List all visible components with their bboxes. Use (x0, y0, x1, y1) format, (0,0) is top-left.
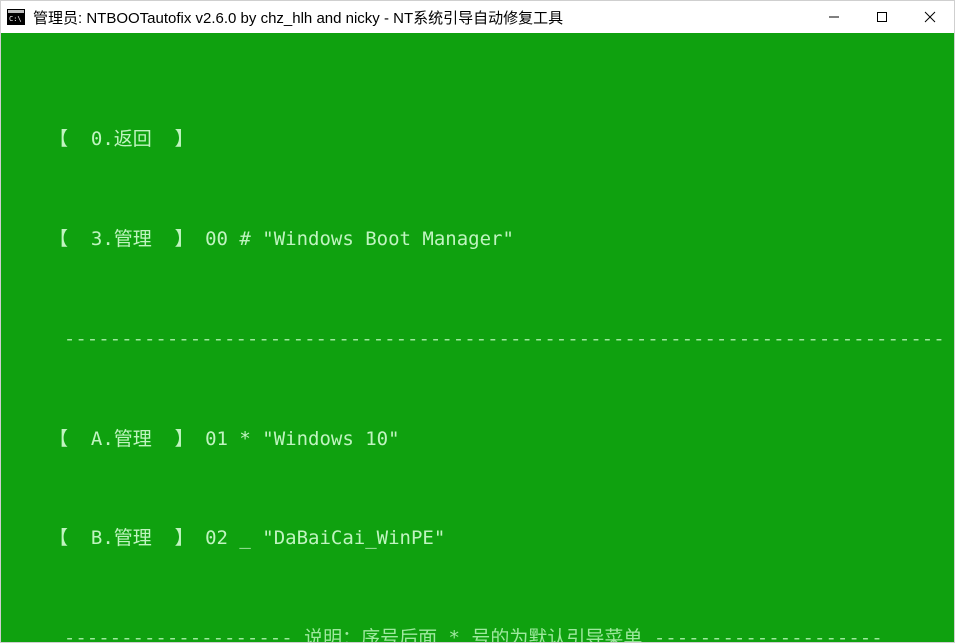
explain-line: -------------------- 说明：序号后面 * 号的为默认引导菜单… (1, 625, 954, 642)
divider-1: ----------------------------------------… (1, 326, 954, 353)
menu-item-a: 【 A.管理 】 01 * "Windows 10" (1, 426, 954, 453)
titlebar: C:\ 管理员: NTBOOTautofix v2.6.0 by chz_hlh… (1, 1, 954, 33)
app-icon: C:\ (7, 9, 25, 25)
app-window: C:\ 管理员: NTBOOTautofix v2.6.0 by chz_hlh… (0, 0, 955, 643)
minimize-button[interactable] (810, 1, 858, 33)
menu-item-b: 【 B.管理 】 02 _ "DaBaiCai_WinPE" (1, 525, 954, 552)
close-button[interactable] (906, 1, 954, 33)
menu-item-0: 【 0.返回 】 (1, 126, 954, 153)
maximize-button[interactable] (858, 1, 906, 33)
svg-text:C:\: C:\ (9, 15, 22, 23)
window-controls (810, 1, 954, 33)
menu-item-3: 【 3.管理 】 00 # "Windows Boot Manager" (1, 226, 954, 253)
window-title: 管理员: NTBOOTautofix v2.6.0 by chz_hlh and… (33, 7, 810, 28)
console-area[interactable]: 【 0.返回 】 【 3.管理 】 00 # "Windows Boot Man… (1, 33, 954, 642)
